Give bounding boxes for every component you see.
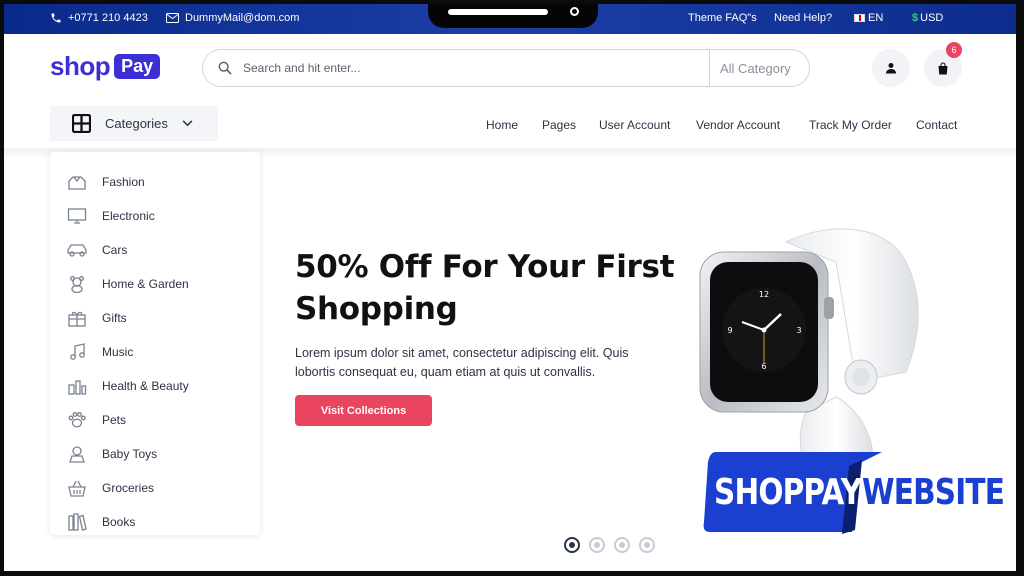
notch-speaker bbox=[448, 9, 548, 15]
grocery-basket-icon bbox=[66, 478, 88, 498]
car-icon bbox=[66, 240, 88, 260]
nav-pages[interactable]: Pages bbox=[542, 118, 576, 132]
carousel-dot-2[interactable] bbox=[589, 537, 605, 553]
sidebar-item-label: Pets bbox=[102, 413, 127, 427]
cosmetics-icon bbox=[66, 376, 88, 396]
sidebar-item-label: Music bbox=[102, 345, 134, 359]
nav-contact[interactable]: Contact bbox=[916, 118, 957, 132]
notch-camera bbox=[570, 7, 579, 16]
sidebar-item-music[interactable]: Music bbox=[66, 342, 133, 362]
mail-icon bbox=[166, 13, 179, 23]
sidebar-item-label: Cars bbox=[102, 243, 128, 257]
email-address: DummyMail@dom.com bbox=[185, 12, 300, 24]
hero-description: Lorem ipsum dolor sit amet, consectetur … bbox=[295, 344, 675, 382]
page: +0771 210 4423 DummyMail@dom.com Theme F… bbox=[4, 4, 1016, 571]
logo[interactable]: shop Pay bbox=[50, 51, 161, 82]
categories-button[interactable]: Categories bbox=[50, 106, 218, 141]
chevron-down-icon bbox=[182, 120, 193, 127]
shoppay-website-banner: SHOPPAY WEBSITE bbox=[702, 452, 1016, 538]
flag-icon bbox=[854, 14, 865, 22]
paw-icon bbox=[66, 410, 88, 430]
sidebar-item-pets[interactable]: Pets bbox=[66, 410, 126, 430]
gift-icon bbox=[66, 308, 88, 328]
shopping-bag-icon bbox=[938, 61, 948, 74]
carousel-dots bbox=[564, 537, 655, 553]
user-icon bbox=[886, 63, 896, 74]
logo-pay-text: Pay bbox=[114, 54, 161, 79]
sidebar-item-label: Health & Beauty bbox=[102, 379, 189, 393]
sidebar-item-label: Baby Toys bbox=[102, 447, 158, 461]
banner-word-website: WEBSITE bbox=[862, 472, 1005, 513]
sidebar-item-label: Home & Garden bbox=[102, 277, 189, 291]
top-bar: +0771 210 4423 DummyMail@dom.com Theme F… bbox=[4, 4, 1016, 34]
sidebar-item-label: Books bbox=[102, 515, 136, 529]
language-label: EN bbox=[868, 12, 884, 24]
faq-label: Theme FAQ"s bbox=[688, 12, 757, 24]
help-link[interactable]: Need Help? bbox=[774, 12, 832, 24]
currency-selector[interactable]: $ USD bbox=[912, 12, 943, 24]
monitor-icon bbox=[66, 206, 88, 226]
logo-shop-text: shop bbox=[50, 51, 111, 81]
toy-icon bbox=[66, 444, 88, 464]
nav-home[interactable]: Home bbox=[486, 118, 518, 132]
sidebar-item-label: Electronic bbox=[102, 209, 155, 223]
sidebar-item-health-beauty[interactable]: Health & Beauty bbox=[66, 376, 189, 396]
category-sidebar: Fashion Electronic Cars Home & Garden Gi… bbox=[50, 152, 260, 535]
phone-contact[interactable]: +0771 210 4423 bbox=[50, 12, 148, 24]
nav-user-account[interactable]: User Account bbox=[599, 118, 670, 132]
phone-number: +0771 210 4423 bbox=[68, 12, 148, 24]
email-contact[interactable]: DummyMail@dom.com bbox=[166, 12, 299, 24]
currency-label: USD bbox=[920, 12, 944, 24]
search-icon[interactable] bbox=[217, 60, 233, 76]
help-label: Need Help? bbox=[774, 12, 833, 24]
hero-headline-line-2: Shopping bbox=[295, 291, 458, 327]
sidebar-item-home-garden[interactable]: Home & Garden bbox=[66, 274, 189, 294]
carousel-dot-1[interactable] bbox=[564, 537, 580, 553]
carousel-dot-4[interactable] bbox=[639, 537, 655, 553]
camera-notch bbox=[428, 4, 598, 28]
sidebar-item-gifts[interactable]: Gifts bbox=[66, 308, 127, 328]
categories-label: Categories bbox=[105, 116, 168, 131]
sidebar-item-electronic[interactable]: Electronic bbox=[66, 206, 155, 226]
grid-icon bbox=[72, 114, 91, 133]
svg-text:9: 9 bbox=[727, 326, 732, 335]
svg-text:12: 12 bbox=[759, 290, 769, 299]
music-icon bbox=[66, 342, 88, 362]
sidebar-item-baby-toys[interactable]: Baby Toys bbox=[66, 444, 157, 464]
sidebar-item-groceries[interactable]: Groceries bbox=[66, 478, 154, 498]
language-selector[interactable]: EN bbox=[854, 12, 883, 24]
visit-collections-button[interactable]: Visit Collections bbox=[295, 395, 432, 426]
sidebar-item-label: Groceries bbox=[102, 481, 155, 495]
category-select[interactable]: All Category bbox=[709, 50, 809, 86]
hero-description-line-2: lobortis consequat eu, quam etiam at qui… bbox=[295, 365, 596, 379]
faq-link[interactable]: Theme FAQ"s bbox=[688, 12, 757, 24]
smartwatch-image: 12369 bbox=[699, 228, 919, 472]
search-input[interactable] bbox=[243, 61, 703, 75]
fashion-icon bbox=[66, 172, 88, 192]
sidebar-item-fashion[interactable]: Fashion bbox=[66, 172, 145, 192]
sidebar-item-books[interactable]: Books bbox=[66, 512, 135, 532]
nav-track-my-order[interactable]: Track My Order bbox=[809, 118, 892, 132]
banner-word-shoppay: SHOPPAY bbox=[714, 472, 862, 513]
hero-headline: 50% Off For Your First Shopping bbox=[295, 246, 695, 330]
phone-icon bbox=[51, 13, 61, 23]
dollar-icon: $ bbox=[912, 12, 919, 24]
cart-count-badge: 6 bbox=[946, 42, 962, 58]
sidebar-item-label: Fashion bbox=[102, 175, 145, 189]
sidebar-item-cars[interactable]: Cars bbox=[66, 240, 127, 260]
hero-description-line-1: Lorem ipsum dolor sit amet, consectetur … bbox=[295, 346, 629, 360]
nav-vendor-account[interactable]: Vendor Account bbox=[696, 118, 780, 132]
account-button[interactable] bbox=[872, 49, 910, 87]
category-select-label: All Category bbox=[720, 60, 791, 76]
svg-text:3: 3 bbox=[796, 326, 801, 335]
books-icon bbox=[66, 512, 88, 532]
carousel-dot-3[interactable] bbox=[614, 537, 630, 553]
search-bar: All Category bbox=[202, 49, 810, 87]
sidebar-item-label: Gifts bbox=[102, 311, 127, 325]
teddy-bear-icon bbox=[66, 274, 88, 294]
hero-headline-line-1: 50% Off For Your First bbox=[295, 249, 675, 285]
